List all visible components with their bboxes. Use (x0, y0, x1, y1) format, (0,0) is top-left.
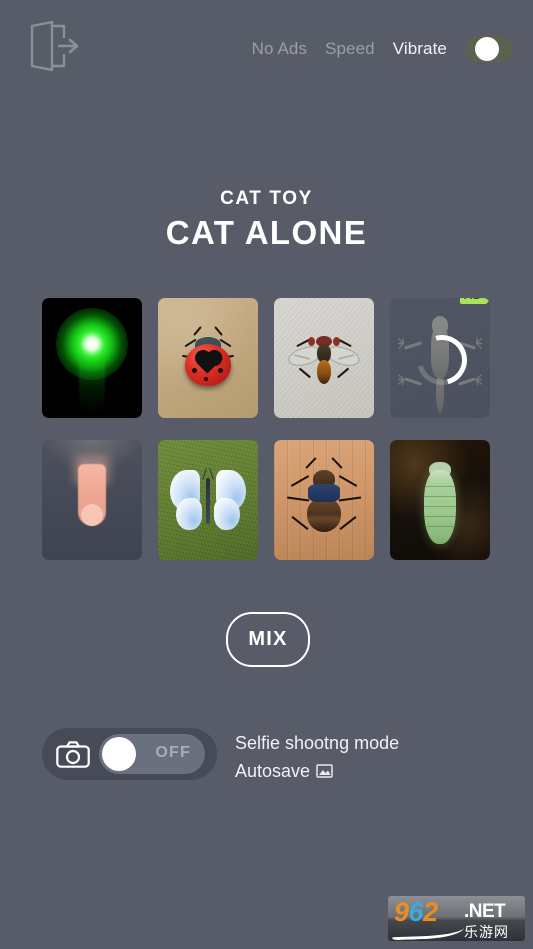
tile-finger-toy[interactable] (42, 440, 142, 560)
fly-abdomen (317, 360, 331, 384)
selfie-description: Selfie shootng mode Autosave (235, 729, 399, 785)
ad-badge-label: AD (459, 298, 486, 304)
video-badge-icon (486, 298, 490, 304)
tile-ladybug[interactable] (158, 298, 258, 418)
autosave-row: Autosave (235, 757, 399, 785)
selfie-toggle-knob (102, 737, 136, 771)
ladybug-antenna (214, 326, 223, 336)
selfie-mode-toggle[interactable]: OFF (99, 734, 205, 774)
beetle-leg (290, 475, 310, 487)
selfie-toggle-state: OFF (155, 744, 191, 761)
selfie-mode-label: Selfie shootng mode (235, 733, 400, 753)
app-header: No Ads Speed Vibrate (0, 0, 533, 100)
cat-alone-app-screen: No Ads Speed Vibrate CAT TOY CAT ALONE M… (0, 0, 533, 949)
beetle-thorax (308, 484, 340, 502)
tile-beetle[interactable] (274, 440, 374, 560)
exit-door-arrow-icon (30, 20, 79, 72)
ladybug-leg (219, 338, 232, 348)
caterpillar-segment (424, 496, 456, 497)
caterpillar-body (424, 470, 456, 544)
page-title: CAT ALONE (165, 214, 368, 251)
selfie-mode-bar[interactable]: OFF (42, 728, 217, 780)
butterfly-body (206, 478, 210, 524)
beetle-leg (339, 516, 357, 530)
nav-item-speed[interactable]: Speed (325, 39, 375, 59)
beetle-leg (338, 475, 358, 487)
beetle-antenna (331, 457, 343, 469)
tile-caterpillar[interactable] (390, 440, 490, 560)
site-watermark: 962 .NET 乐游网 (388, 896, 525, 941)
autosave-label: Autosave (235, 761, 311, 781)
header-nav: No Ads Speed Vibrate (252, 36, 513, 62)
beetle-leg (338, 496, 362, 502)
butterfly-wing (214, 498, 240, 530)
tile-housefly[interactable] (274, 298, 374, 418)
watermark-cn-text: 乐游网 (464, 925, 509, 941)
tile-butterfly[interactable] (158, 440, 258, 560)
caterpillar-segment (424, 486, 456, 487)
toy-grid: AD (42, 298, 491, 560)
exit-button[interactable] (26, 20, 82, 72)
vibrate-toggle-knob (475, 37, 499, 61)
butterfly-wing (176, 498, 202, 530)
watermark-tld: .NET (464, 901, 506, 922)
beetle-leg (291, 516, 309, 530)
ladybug-spot (218, 368, 223, 373)
tile-laser-pointer[interactable] (42, 298, 142, 418)
ad-badge[interactable]: AD (459, 298, 490, 304)
caterpillar-segment (424, 526, 456, 527)
app-subtitle: CAT TOY (220, 188, 313, 209)
beetle-antenna (305, 457, 317, 469)
nav-item-no-ads[interactable]: No Ads (252, 39, 307, 59)
caterpillar-segment (424, 506, 456, 507)
beetle-leg (286, 496, 310, 502)
watermark-swoosh (391, 920, 465, 941)
vibrate-toggle[interactable] (465, 36, 513, 62)
nav-item-vibrate[interactable]: Vibrate (393, 39, 447, 59)
finger-tip (81, 504, 103, 526)
ladybug-spot (204, 377, 208, 381)
camera-icon (56, 740, 90, 768)
tile-lizard[interactable]: AD (390, 298, 490, 418)
image-icon (316, 764, 333, 778)
fly-eye (333, 337, 340, 346)
laser-glow-icon (56, 308, 128, 380)
ladybug-antenna (193, 326, 202, 336)
butterfly-antenna (209, 468, 214, 480)
beetle-abdomen (307, 498, 341, 532)
caterpillar-segment (424, 516, 456, 517)
ladybug-spot (192, 368, 197, 373)
mix-button[interactable]: MIX (226, 612, 310, 667)
fly-eye (308, 337, 315, 346)
